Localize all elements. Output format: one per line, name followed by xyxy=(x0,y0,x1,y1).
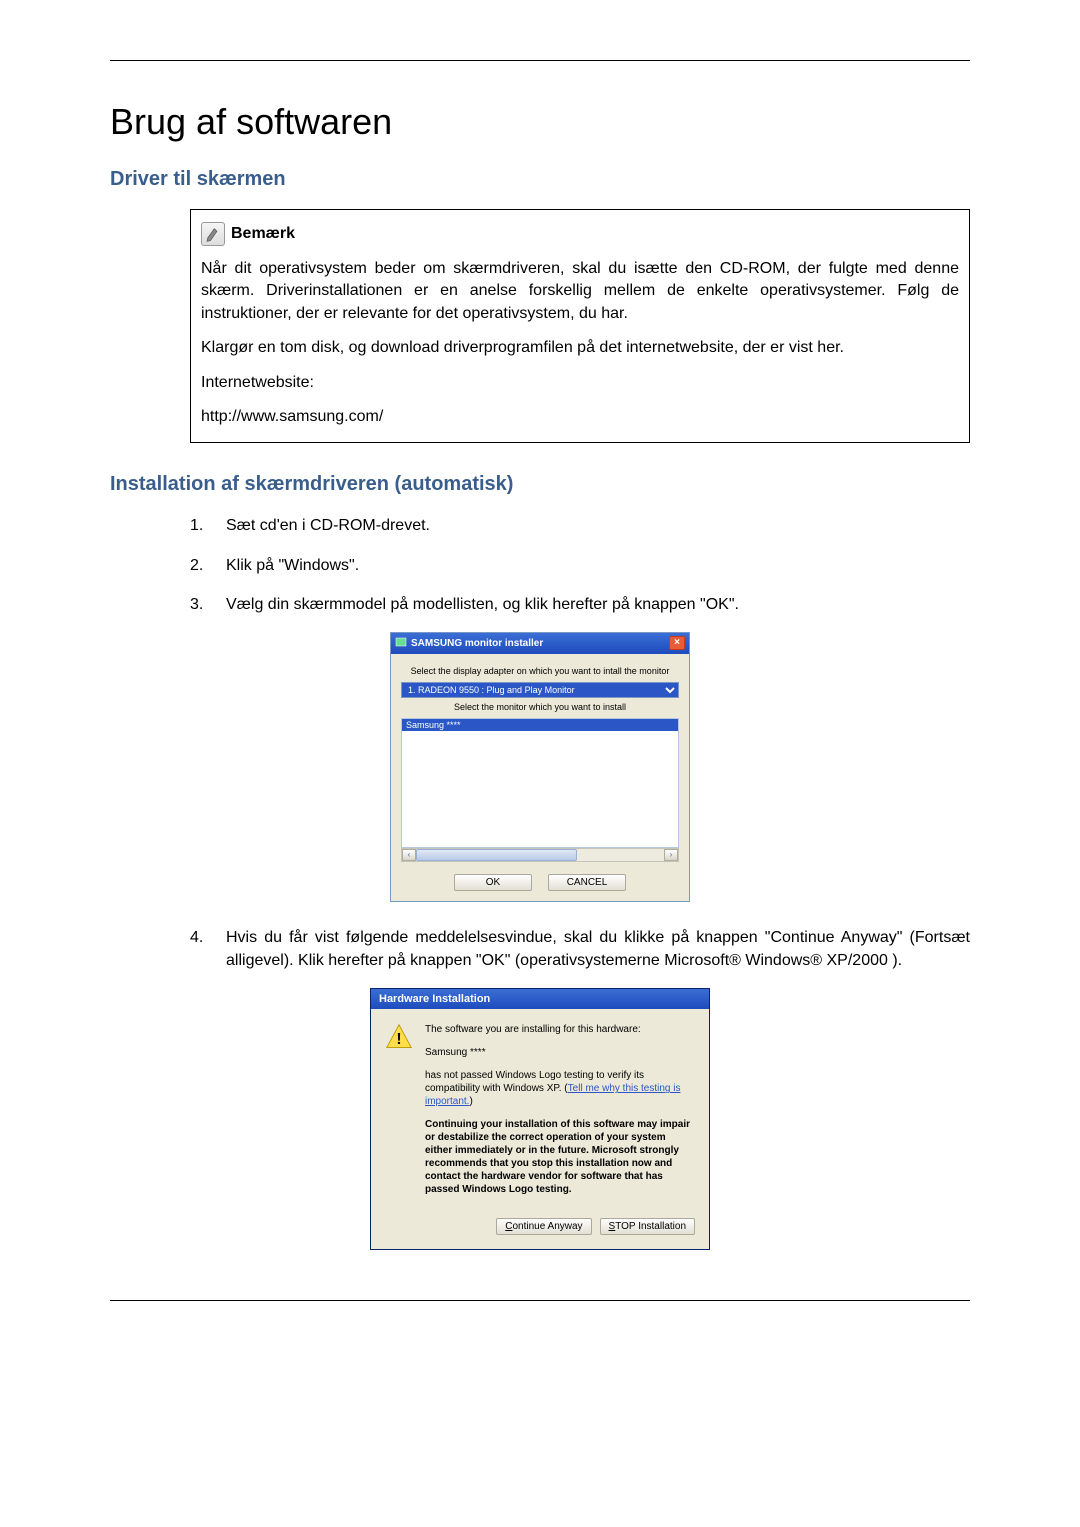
scroll-thumb[interactable] xyxy=(416,849,577,861)
bottom-divider xyxy=(110,1300,970,1301)
close-button[interactable]: × xyxy=(669,636,685,650)
section-heading-install: Installation af skærmdriveren (automatis… xyxy=(110,473,970,496)
note-paragraph-2: Klargør en tom disk, og download driverp… xyxy=(201,337,959,359)
steps-list-continued: 4. Hvis du får vist følgende meddelelses… xyxy=(190,926,970,972)
hw-line-3: has not passed Windows Logo testing to v… xyxy=(425,1069,695,1108)
step-number: 4. xyxy=(190,926,226,972)
cancel-button[interactable]: CANCEL xyxy=(548,874,626,891)
list-item: 2. Klik på "Windows". xyxy=(190,554,970,577)
steps-list: 1. Sæt cd'en i CD-ROM-drevet. 2. Klik på… xyxy=(190,514,970,616)
prompt-text-2: Select the monitor which you want to ins… xyxy=(401,702,679,712)
step-text: Klik på "Windows". xyxy=(226,554,970,577)
step-text: Sæt cd'en i CD-ROM-drevet. xyxy=(226,514,970,537)
continue-label-rest: ontinue Anyway xyxy=(512,1221,582,1232)
hw-line-1: The software you are installing for this… xyxy=(425,1023,695,1036)
ok-button[interactable]: OK xyxy=(454,874,532,891)
hw-bold-paragraph: Continuing your installation of this sof… xyxy=(425,1118,695,1196)
list-selected-item[interactable]: Samsung **** xyxy=(402,719,678,731)
stop-installation-button[interactable]: STOP Installation xyxy=(600,1218,695,1235)
dialog-titlebar: Hardware Installation xyxy=(371,989,709,1009)
page-title: Brug af softwaren xyxy=(110,101,970,143)
horizontal-scrollbar[interactable]: ‹ › xyxy=(401,848,679,862)
internet-label: Internetwebsite: xyxy=(201,372,959,394)
list-item: 3. Vælg din skærmmodel på modellisten, o… xyxy=(190,593,970,616)
list-item: 4. Hvis du får vist følgende meddelelses… xyxy=(190,926,970,972)
list-item: 1. Sæt cd'en i CD-ROM-drevet. xyxy=(190,514,970,537)
step-number: 2. xyxy=(190,554,226,577)
step-text: Hvis du får vist følgende meddelelsesvin… xyxy=(226,926,970,972)
section-heading-driver: Driver til skærmen xyxy=(110,168,970,191)
continue-anyway-button[interactable]: Continue Anyway xyxy=(496,1218,591,1235)
installer-dialog: SAMSUNG monitor installer × Select the d… xyxy=(390,632,690,902)
warning-icon: ! xyxy=(385,1023,413,1051)
app-icon xyxy=(395,636,407,651)
note-icon xyxy=(201,222,225,246)
dialog-titlebar: SAMSUNG monitor installer × xyxy=(391,633,689,654)
top-divider xyxy=(110,60,970,61)
prompt-text-1: Select the display adapter on which you … xyxy=(401,666,679,676)
dialog-body-text: The software you are installing for this… xyxy=(425,1023,695,1206)
internet-url: http://www.samsung.com/ xyxy=(201,406,959,428)
scroll-track[interactable] xyxy=(416,849,664,861)
monitor-listbox[interactable]: Samsung **** xyxy=(401,718,679,848)
hardware-installation-dialog: Hardware Installation ! The software you… xyxy=(370,988,710,1250)
scroll-left-arrow[interactable]: ‹ xyxy=(402,849,416,861)
note-paragraph-1: Når dit operativsystem beder om skærmdri… xyxy=(201,258,959,325)
adapter-select[interactable]: 1. RADEON 9550 : Plug and Play Monitor xyxy=(401,682,679,698)
note-box: Bemærk Når dit operativsystem beder om s… xyxy=(190,209,970,443)
scroll-right-arrow[interactable]: › xyxy=(664,849,678,861)
dialog-title: SAMSUNG monitor installer xyxy=(411,638,543,649)
svg-text:!: ! xyxy=(396,1031,401,1048)
note-label: Bemærk xyxy=(231,225,295,243)
step-number: 1. xyxy=(190,514,226,537)
stop-label-rest: TOP Installation xyxy=(615,1221,686,1232)
step-number: 3. xyxy=(190,593,226,616)
hw-line-2: Samsung **** xyxy=(425,1046,695,1059)
step-text: Vælg din skærmmodel på modellisten, og k… xyxy=(226,593,970,616)
